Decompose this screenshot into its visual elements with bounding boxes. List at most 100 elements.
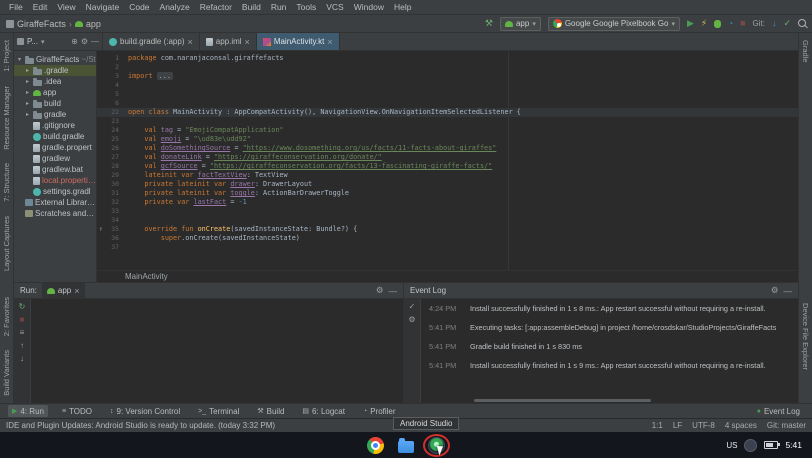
menu-tools[interactable]: Tools: [291, 2, 321, 12]
code-line-34[interactable]: 34: [97, 216, 798, 225]
tree-item-build[interactable]: ▸build: [14, 98, 96, 109]
rerun-icon[interactable]: ↻: [19, 302, 26, 311]
mark-all-read-icon[interactable]: ✓: [409, 302, 416, 311]
code-line-5[interactable]: 5: [97, 90, 798, 99]
apply-changes-button[interactable]: ⚡: [701, 19, 707, 28]
code-line-33[interactable]: 33: [97, 207, 798, 216]
menu-run[interactable]: Run: [266, 2, 292, 12]
code-line-23[interactable]: 23: [97, 117, 798, 126]
tool-strip-build-variants[interactable]: Build Variants: [2, 343, 11, 403]
code-line-26[interactable]: 26 val doSomethingSource = "https://www.…: [97, 144, 798, 153]
device-select[interactable]: Google Google Pixelbook Go ▾: [548, 17, 680, 31]
tool-window-button-9-version-control[interactable]: ↕9: Version Control: [106, 405, 184, 417]
keyboard-layout-indicator[interactable]: US: [726, 441, 737, 450]
status-message[interactable]: IDE and Plugin Updates: Android Studio i…: [6, 421, 275, 430]
tree-arrow-icon[interactable]: ▸: [24, 67, 31, 74]
tool-window-button-profiler[interactable]: ◔Profiler: [359, 405, 400, 417]
tree-item-app[interactable]: ▸app: [14, 87, 96, 98]
tree-item-local-properties[interactable]: local.properties: [14, 175, 96, 186]
code-line-28[interactable]: 28 val gcfSource = "https://giraffeconse…: [97, 162, 798, 171]
code-line-4[interactable]: 4: [97, 81, 798, 90]
menu-icon[interactable]: ≡: [20, 328, 25, 337]
code-area[interactable]: 1package com.naranjaconsal.giraffefacts2…: [97, 51, 798, 270]
scroll-up-icon[interactable]: ↑: [20, 341, 24, 350]
run-config-select[interactable]: app ▾: [500, 17, 541, 31]
tree-arrow-icon[interactable]: ▸: [24, 78, 31, 85]
settings-gear-icon[interactable]: ⚙: [771, 285, 779, 296]
build-hammer-icon[interactable]: ⚒: [485, 19, 493, 28]
code-editor[interactable]: 1package com.naranjaconsal.giraffefacts2…: [97, 51, 798, 282]
menu-help[interactable]: Help: [389, 2, 416, 12]
android-studio-taskbar-icon[interactable]: [428, 437, 445, 454]
tree-arrow-icon[interactable]: ▸: [24, 100, 31, 107]
tree-item-gradle[interactable]: ▸gradle: [14, 109, 96, 120]
breadcrumb-item-app[interactable]: app: [75, 19, 101, 29]
run-tab-app[interactable]: app ×: [42, 283, 85, 298]
status-utf-8[interactable]: UTF-8: [692, 421, 715, 430]
tool-window-button-build[interactable]: ⚒Build: [253, 405, 288, 417]
code-line-25[interactable]: 25 val emoji = "\ud83e\udd92": [97, 135, 798, 144]
event-log-entry[interactable]: 5:41 PMInstall successfully finished in …: [429, 361, 792, 380]
code-line-35[interactable]: 35↑ override fun onCreate(savedInstanceS…: [97, 225, 798, 234]
system-tray[interactable]: US 5:41: [726, 439, 812, 452]
override-marker-icon[interactable]: ↑: [99, 225, 103, 234]
stop-button[interactable]: ■: [740, 19, 745, 28]
tree-item-external-libraries[interactable]: External Libraries: [14, 197, 96, 208]
tool-strip-2-favorites[interactable]: 2: Favorites: [2, 290, 11, 343]
run-button[interactable]: ▶: [687, 19, 694, 28]
code-line-29[interactable]: 29 lateinit var factTextView: TextView: [97, 171, 798, 180]
code-line-30[interactable]: 30 private lateinit var drawer: DrawerLa…: [97, 180, 798, 189]
locate-file-icon[interactable]: ⊕: [71, 37, 78, 46]
minimize-icon[interactable]: —: [784, 286, 793, 296]
debug-button[interactable]: [714, 20, 721, 28]
event-log-entries[interactable]: 4:24 PMInstall successfully finished in …: [421, 299, 798, 403]
editor-tab-mainactivity-kt[interactable]: MainActivity.kt×: [257, 33, 340, 50]
menu-analyze[interactable]: Analyze: [155, 2, 195, 12]
settings-gear-icon[interactable]: ⚙: [81, 37, 88, 46]
tab-close-icon[interactable]: ×: [245, 37, 250, 47]
code-line-6[interactable]: 6: [97, 99, 798, 108]
status-4-spaces[interactable]: 4 spaces: [725, 421, 757, 430]
event-log-entry[interactable]: 5:41 PMExecuting tasks: [:app:assembleDe…: [429, 323, 792, 342]
stop-icon[interactable]: ■: [20, 315, 25, 324]
tree-item-gradlew[interactable]: gradlew: [14, 153, 96, 164]
tree-item-gradle[interactable]: ▸.gradle: [14, 65, 96, 76]
tree-arrow-icon[interactable]: ▾: [16, 56, 23, 63]
code-line-2[interactable]: 2: [97, 63, 798, 72]
log-settings-icon[interactable]: ⚙: [408, 315, 415, 324]
minimize-icon[interactable]: —: [389, 286, 398, 296]
event-log-entry[interactable]: 5:41 PMGradle build finished in 1 s 830 …: [429, 342, 792, 361]
breadcrumb-item-giraffefacts[interactable]: GiraffeFacts: [6, 19, 66, 29]
settings-gear-icon[interactable]: ⚙: [376, 285, 384, 296]
chrome-taskbar-icon[interactable]: [367, 437, 384, 454]
tool-strip-7-structure[interactable]: 7: Structure: [2, 156, 11, 209]
git-commit-button[interactable]: ✓: [783, 19, 791, 28]
status-git-master[interactable]: Git: master: [767, 421, 806, 430]
tree-item-idea[interactable]: ▸.idea: [14, 76, 96, 87]
code-line-36[interactable]: 36 super.onCreate(savedInstanceState): [97, 234, 798, 243]
close-icon[interactable]: ×: [74, 286, 79, 296]
run-console-output[interactable]: [31, 299, 403, 403]
tool-window-button-6-logcat[interactable]: ▤6: Logcat: [298, 405, 349, 417]
scroll-down-icon[interactable]: ↓: [20, 354, 24, 363]
tree-item-gradlew-bat[interactable]: gradlew.bat: [14, 164, 96, 175]
profile-button[interactable]: ◔: [728, 20, 733, 28]
menu-window[interactable]: Window: [349, 2, 389, 12]
code-line-32[interactable]: 32 private var lastFact = -1: [97, 198, 798, 207]
tool-strip-gradle[interactable]: Gradle: [801, 33, 810, 70]
code-line-1[interactable]: 1package com.naranjaconsal.giraffefacts: [97, 54, 798, 63]
menu-vcs[interactable]: VCS: [321, 2, 348, 12]
tool-window-button-terminal[interactable]: >_Terminal: [194, 405, 243, 417]
tree-arrow-icon[interactable]: ▸: [24, 89, 31, 96]
tool-strip-layout-captures[interactable]: Layout Captures: [2, 209, 11, 278]
tree-arrow-icon[interactable]: ▸: [24, 111, 31, 118]
tree-item-gitignore[interactable]: .gitignore: [14, 120, 96, 131]
tab-close-icon[interactable]: ×: [187, 37, 192, 47]
tool-strip-1-project[interactable]: 1: Project: [2, 33, 11, 79]
menu-code[interactable]: Code: [124, 2, 154, 12]
status-menu-icon[interactable]: [744, 439, 757, 452]
menu-navigate[interactable]: Navigate: [81, 2, 125, 12]
tree-item-scratches-and-co[interactable]: Scratches and Co: [14, 208, 96, 219]
code-line-22[interactable]: 22open class MainActivity : AppCompatAct…: [97, 108, 798, 117]
menu-view[interactable]: View: [52, 2, 80, 12]
